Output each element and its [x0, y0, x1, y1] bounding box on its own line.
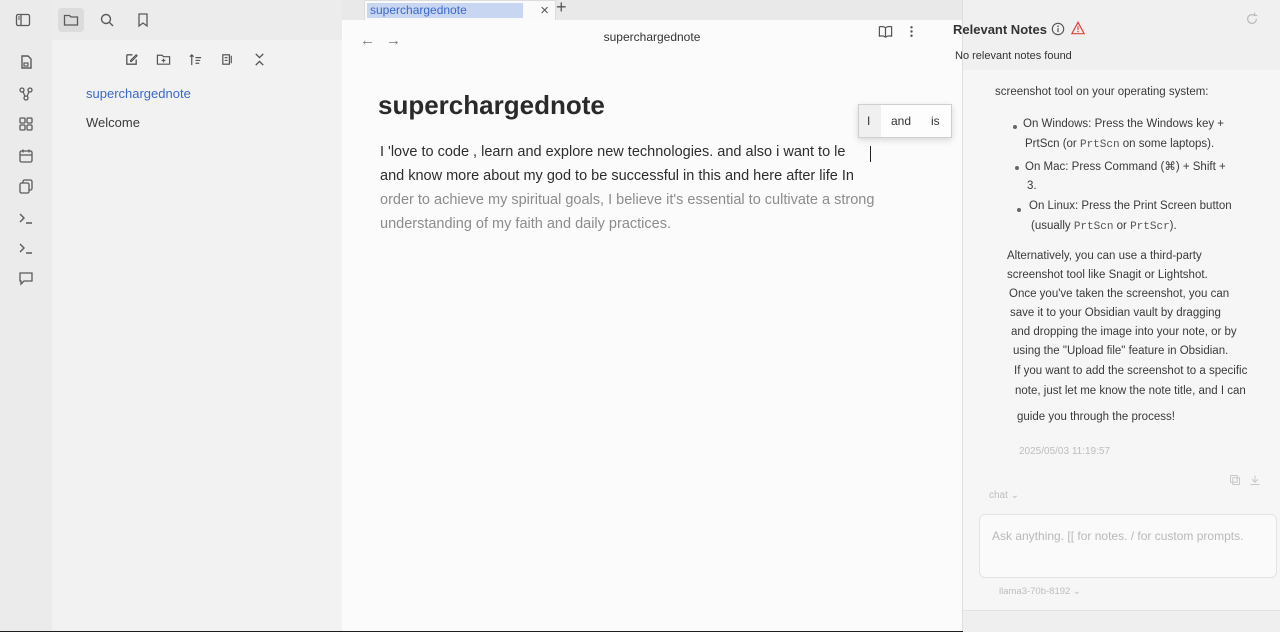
- relevant-notes-header: Relevant Notes No relevant notes found: [953, 0, 1280, 71]
- chat-bullet-windows: On Windows: Press the Windows key +: [1023, 118, 1225, 130]
- view-header-title[interactable]: superchargednote: [342, 30, 962, 44]
- chat-para-line: and dropping the image into your note, o…: [1011, 326, 1237, 338]
- templates-copy-icon[interactable]: [14, 174, 38, 198]
- relevant-notes-title: Relevant Notes: [953, 22, 1047, 37]
- files-folder-icon[interactable]: [58, 8, 84, 32]
- chat-para-line: using the "Upload file" feature in Obsid…: [1013, 345, 1229, 357]
- suggestion-item[interactable]: is: [931, 114, 940, 128]
- collapse-all-icon[interactable]: [248, 48, 270, 70]
- note-line-4[interactable]: understanding of my faith and daily prac…: [380, 216, 671, 232]
- chat-intro: screenshot tool on your operating system…: [995, 86, 1209, 98]
- bullet-dot: [1015, 166, 1019, 170]
- sidebar-header: [15, 0, 342, 40]
- chat-bullet-mac-cont: 3.: [1027, 180, 1037, 192]
- bullet-dot: [1017, 208, 1021, 212]
- suggestion-item[interactable]: I: [867, 114, 870, 128]
- graph-view-icon[interactable]: [14, 82, 38, 106]
- chat-para-line: save it to your Obsidian vault by draggi…: [1010, 307, 1221, 319]
- message-timestamp: 2025/05/03 11:19:57: [1019, 446, 1111, 457]
- code-prtscn: PrtScn: [1079, 139, 1120, 151]
- file-item-superchargednote[interactable]: superchargednote: [86, 86, 191, 101]
- note-line-1[interactable]: I 'love to code , learn and explore new …: [380, 144, 845, 160]
- app-window: superchargednote Welcome superchargednot…: [0, 0, 1280, 632]
- chat-bullet-windows-cont: PrtScn (or PrtScn on some laptops).: [1025, 138, 1215, 151]
- chat-para-line: guide you through the process!: [1017, 411, 1175, 423]
- new-folder-icon[interactable]: [152, 48, 174, 70]
- reading-view-book-icon[interactable]: [874, 20, 896, 42]
- tab-superchargednote[interactable]: superchargednote ×: [364, 0, 556, 21]
- chat-mode-select[interactable]: chat ⌄: [989, 490, 1019, 501]
- autocomplete-popup: I and is: [858, 104, 952, 138]
- chat-para-line: note, just let me know the note title, a…: [1015, 385, 1246, 397]
- chat-input[interactable]: Ask anything. [[ for notes. / for custom…: [979, 514, 1277, 578]
- toggle-sidebar-icon[interactable]: [10, 8, 36, 32]
- warning-icon[interactable]: [1071, 21, 1085, 35]
- search-icon[interactable]: [94, 8, 120, 32]
- daily-note-calendar-icon[interactable]: [14, 144, 38, 168]
- editor-pane: ← → superchargednote superchargednote I …: [342, 20, 962, 631]
- command-palette-icon[interactable]: [14, 206, 38, 230]
- file-explorer: superchargednote Welcome: [52, 40, 343, 631]
- chat-bullet-linux: On Linux: Press the Print Screen button: [1029, 200, 1232, 212]
- copy-message-icon[interactable]: [1229, 474, 1241, 486]
- sort-order-icon[interactable]: [184, 48, 206, 70]
- note-line-3[interactable]: order to achieve my spiritual goals, I b…: [380, 192, 874, 208]
- bookmark-icon[interactable]: [130, 8, 156, 32]
- chat-para-line: If you want to add the screenshot to a s…: [1014, 365, 1248, 377]
- insert-message-icon[interactable]: [1249, 474, 1261, 486]
- text-caret: [870, 146, 871, 162]
- bullet-dot: [1013, 125, 1017, 129]
- model-select[interactable]: llama3-70b-8192 ⌄: [999, 586, 1081, 597]
- chat-footer: [963, 610, 1280, 632]
- terminal-icon[interactable]: [14, 236, 38, 260]
- tab-close-icon[interactable]: ×: [540, 1, 549, 21]
- chat-input-placeholder: Ask anything. [[ for notes. / for custom…: [992, 529, 1244, 543]
- info-icon[interactable]: [1051, 22, 1065, 36]
- chat-para-line: Once you've taken the screenshot, you ca…: [1009, 288, 1230, 300]
- canvas-icon[interactable]: [14, 112, 38, 136]
- right-sidebar: Relevant Notes No relevant notes found s…: [953, 0, 1280, 632]
- new-note-icon[interactable]: [120, 48, 142, 70]
- chat-para-line: screenshot tool like Snagit or Lightshot…: [1007, 269, 1208, 281]
- suggestion-item[interactable]: and: [891, 114, 911, 128]
- note-line-2[interactable]: and know more about my god to be success…: [380, 168, 854, 184]
- more-options-icon[interactable]: [900, 20, 922, 42]
- no-relevant-notes-text: No relevant notes found: [955, 50, 1072, 62]
- chat-icon[interactable]: [14, 266, 38, 290]
- open-quick-switcher-icon[interactable]: [14, 50, 38, 74]
- tab-bar: superchargednote × +: [342, 0, 962, 21]
- ribbon: [0, 0, 53, 631]
- file-item-welcome[interactable]: Welcome: [86, 115, 140, 130]
- chat-panel: screenshot tool on your operating system…: [963, 70, 1280, 632]
- chat-bullet-mac: On Mac: Press Command (⌘) + Shift +: [1025, 161, 1226, 173]
- new-tab-icon[interactable]: +: [556, 0, 567, 18]
- note-title[interactable]: superchargednote: [378, 90, 605, 121]
- chat-para-line: Alternatively, you can use a third-party: [1007, 250, 1202, 262]
- chat-bullet-linux-cont: (usually PrtScn or PrtScr).: [1031, 220, 1177, 233]
- auto-reveal-icon[interactable]: [216, 48, 238, 70]
- tab-title: superchargednote: [367, 3, 523, 18]
- refresh-icon[interactable]: [1245, 12, 1259, 26]
